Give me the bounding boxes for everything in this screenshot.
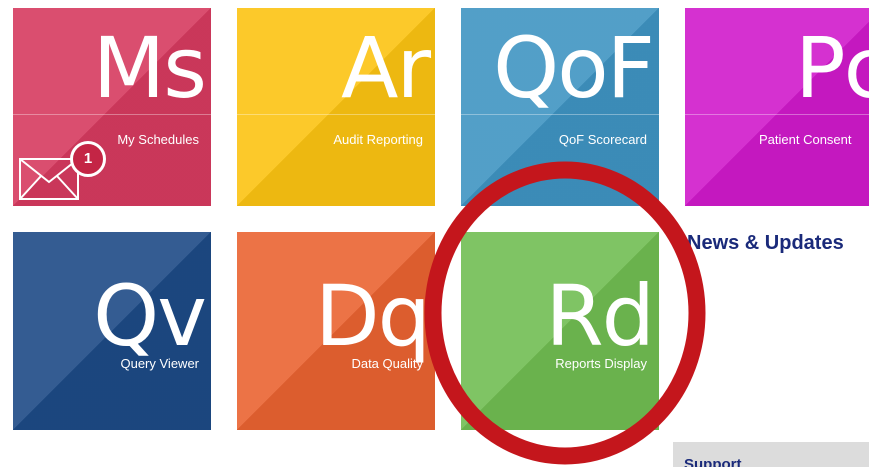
tile-data-quality[interactable]: Dq Data Quality [237,232,435,430]
tile-label: Audit Reporting [333,132,423,147]
tile-label: My Schedules [117,132,199,147]
tile-label: Query Viewer [120,356,199,371]
tile-abbreviation: Pc [795,19,869,117]
tile-query-viewer[interactable]: Qv Query Viewer [13,232,211,430]
tile-divider [13,114,211,115]
tile-abbreviation: Ar [341,19,431,117]
tile-abbreviation: Qv [93,267,207,365]
tile-abbreviation: Dq [314,267,431,365]
tile-audit-reporting[interactable]: Ar Audit Reporting [237,8,435,206]
tile-abbreviation: QoF [493,19,655,117]
tile-abbreviation: Rd [545,267,655,365]
tile-label: Reports Display [555,356,647,371]
support-label: Support [684,456,742,467]
tile-divider [685,114,869,115]
tile-divider [461,114,659,115]
tile-qof-scorecard[interactable]: QoF QoF Scorecard [461,8,659,206]
tile-divider [237,114,435,115]
support-panel[interactable]: Support [673,442,869,467]
tile-my-schedules[interactable]: Ms My Schedules 1 [13,8,211,206]
tile-patient-consent[interactable]: Pc Patient Consent [685,8,869,206]
news-heading: News & Updates [687,232,844,254]
notification-count-badge[interactable]: 1 [70,141,106,177]
tile-reports-display[interactable]: Rd Reports Display [461,232,659,430]
tile-label: Data Quality [351,356,423,371]
tile-abbreviation: Ms [92,19,207,117]
dashboard: Ms My Schedules 1 Ar Audit Reporting QoF… [0,0,869,467]
tile-label: Patient Consent [759,132,852,147]
tile-label: QoF Scorecard [558,132,647,147]
